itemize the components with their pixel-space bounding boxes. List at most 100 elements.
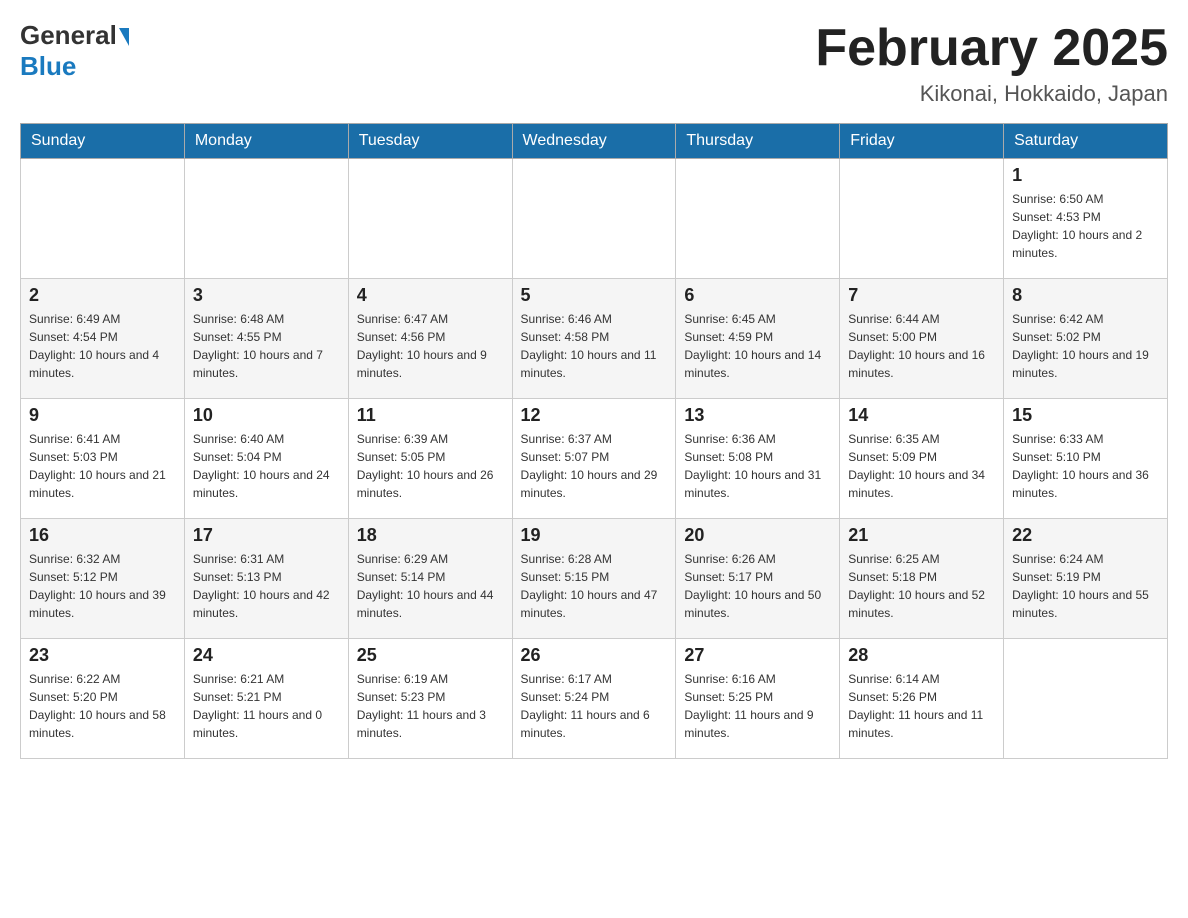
day-number: 16 <box>29 525 176 546</box>
calendar-cell: 24 Sunrise: 6:21 AMSunset: 5:21 PMDayligh… <box>184 639 348 759</box>
calendar-cell: 2 Sunrise: 6:49 AMSunset: 4:54 PMDaylight… <box>21 279 185 399</box>
day-info: Sunrise: 6:29 AMSunset: 5:14 PMDaylight:… <box>357 550 504 622</box>
day-info: Sunrise: 6:22 AMSunset: 5:20 PMDaylight:… <box>29 670 176 742</box>
calendar-cell <box>348 159 512 279</box>
calendar-cell: 20 Sunrise: 6:26 AMSunset: 5:17 PMDayligh… <box>676 519 840 639</box>
title-section: February 2025 Kikonai, Hokkaido, Japan <box>815 20 1168 107</box>
calendar-cell: 11 Sunrise: 6:39 AMSunset: 5:05 PMDayligh… <box>348 399 512 519</box>
weekday-saturday: Saturday <box>1004 124 1168 159</box>
calendar-cell: 13Sunrise: 6:36 AMSunset: 5:08 PMDayligh… <box>676 399 840 519</box>
day-number: 22 <box>1012 525 1159 546</box>
day-info: Sunrise: 6:36 AMSunset: 5:08 PMDaylight:… <box>684 430 831 502</box>
calendar-cell: 9Sunrise: 6:41 AMSunset: 5:03 PMDaylight… <box>21 399 185 519</box>
day-info: Sunrise: 6:48 AMSunset: 4:55 PMDaylight:… <box>193 310 340 382</box>
day-info: Sunrise: 6:31 AMSunset: 5:13 PMDaylight:… <box>193 550 340 622</box>
logo: General Blue <box>20 20 129 82</box>
day-number: 18 <box>357 525 504 546</box>
day-number: 24 <box>193 645 340 666</box>
day-info: Sunrise: 6:35 AMSunset: 5:09 PMDaylight:… <box>848 430 995 502</box>
calendar-cell: 16 Sunrise: 6:32 AMSunset: 5:12 PMDayligh… <box>21 519 185 639</box>
day-info: Sunrise: 6:50 AMSunset: 4:53 PMDaylight:… <box>1012 190 1159 262</box>
calendar-cell <box>676 159 840 279</box>
calendar-week-4: 16 Sunrise: 6:32 AMSunset: 5:12 PMDayligh… <box>21 519 1168 639</box>
day-info: Sunrise: 6:32 AMSunset: 5:12 PMDaylight:… <box>29 550 176 622</box>
day-info: Sunrise: 6:47 AMSunset: 4:56 PMDaylight:… <box>357 310 504 382</box>
day-info: Sunrise: 6:17 AMSunset: 5:24 PMDaylight:… <box>521 670 668 742</box>
calendar-cell: 1 Sunrise: 6:50 AMSunset: 4:53 PMDaylight… <box>1004 159 1168 279</box>
calendar-week-2: 2 Sunrise: 6:49 AMSunset: 4:54 PMDaylight… <box>21 279 1168 399</box>
calendar-header: SundayMondayTuesdayWednesdayThursdayFrid… <box>21 124 1168 159</box>
weekday-sunday: Sunday <box>21 124 185 159</box>
weekday-thursday: Thursday <box>676 124 840 159</box>
calendar-cell: 8Sunrise: 6:42 AMSunset: 5:02 PMDaylight… <box>1004 279 1168 399</box>
calendar-cell <box>184 159 348 279</box>
day-number: 2 <box>29 285 176 306</box>
day-number: 3 <box>193 285 340 306</box>
calendar-cell: 26Sunrise: 6:17 AMSunset: 5:24 PMDayligh… <box>512 639 676 759</box>
day-number: 15 <box>1012 405 1159 426</box>
day-info: Sunrise: 6:44 AMSunset: 5:00 PMDaylight:… <box>848 310 995 382</box>
calendar-cell: 28 Sunrise: 6:14 AMSunset: 5:26 PMDayligh… <box>840 639 1004 759</box>
calendar-cell: 6Sunrise: 6:45 AMSunset: 4:59 PMDaylight… <box>676 279 840 399</box>
day-number: 10 <box>193 405 340 426</box>
day-number: 17 <box>193 525 340 546</box>
day-info: Sunrise: 6:14 AMSunset: 5:26 PMDaylight:… <box>848 670 995 742</box>
day-number: 11 <box>357 405 504 426</box>
calendar-cell: 3 Sunrise: 6:48 AMSunset: 4:55 PMDaylight… <box>184 279 348 399</box>
day-info: Sunrise: 6:46 AMSunset: 4:58 PMDaylight:… <box>521 310 668 382</box>
day-info: Sunrise: 6:28 AMSunset: 5:15 PMDaylight:… <box>521 550 668 622</box>
day-number: 23 <box>29 645 176 666</box>
location: Kikonai, Hokkaido, Japan <box>815 81 1168 107</box>
calendar-cell: 21 Sunrise: 6:25 AMSunset: 5:18 PMDayligh… <box>840 519 1004 639</box>
calendar-cell <box>512 159 676 279</box>
month-title: February 2025 <box>815 20 1168 77</box>
calendar-cell: 5 Sunrise: 6:46 AMSunset: 4:58 PMDaylight… <box>512 279 676 399</box>
day-info: Sunrise: 6:40 AMSunset: 5:04 PMDaylight:… <box>193 430 340 502</box>
weekday-header-row: SundayMondayTuesdayWednesdayThursdayFrid… <box>21 124 1168 159</box>
day-info: Sunrise: 6:39 AMSunset: 5:05 PMDaylight:… <box>357 430 504 502</box>
calendar-week-3: 9Sunrise: 6:41 AMSunset: 5:03 PMDaylight… <box>21 399 1168 519</box>
calendar-cell <box>840 159 1004 279</box>
day-info: Sunrise: 6:19 AMSunset: 5:23 PMDaylight:… <box>357 670 504 742</box>
day-info: Sunrise: 6:45 AMSunset: 4:59 PMDaylight:… <box>684 310 831 382</box>
calendar-week-5: 23 Sunrise: 6:22 AMSunset: 5:20 PMDayligh… <box>21 639 1168 759</box>
day-number: 28 <box>848 645 995 666</box>
day-number: 21 <box>848 525 995 546</box>
day-number: 1 <box>1012 165 1159 186</box>
logo-blue-text: Blue <box>20 51 76 82</box>
weekday-monday: Monday <box>184 124 348 159</box>
calendar-body: 1 Sunrise: 6:50 AMSunset: 4:53 PMDaylight… <box>21 159 1168 759</box>
calendar-cell <box>1004 639 1168 759</box>
weekday-tuesday: Tuesday <box>348 124 512 159</box>
day-number: 7 <box>848 285 995 306</box>
day-info: Sunrise: 6:16 AMSunset: 5:25 PMDaylight:… <box>684 670 831 742</box>
calendar-cell: 25 Sunrise: 6:19 AMSunset: 5:23 PMDayligh… <box>348 639 512 759</box>
day-info: Sunrise: 6:24 AMSunset: 5:19 PMDaylight:… <box>1012 550 1159 622</box>
day-number: 4 <box>357 285 504 306</box>
day-info: Sunrise: 6:42 AMSunset: 5:02 PMDaylight:… <box>1012 310 1159 382</box>
logo-triangle-icon <box>119 28 129 46</box>
day-info: Sunrise: 6:25 AMSunset: 5:18 PMDaylight:… <box>848 550 995 622</box>
day-info: Sunrise: 6:41 AMSunset: 5:03 PMDaylight:… <box>29 430 176 502</box>
calendar-cell: 18 Sunrise: 6:29 AMSunset: 5:14 PMDayligh… <box>348 519 512 639</box>
day-number: 25 <box>357 645 504 666</box>
day-info: Sunrise: 6:21 AMSunset: 5:21 PMDaylight:… <box>193 670 340 742</box>
calendar-cell: 12Sunrise: 6:37 AMSunset: 5:07 PMDayligh… <box>512 399 676 519</box>
weekday-friday: Friday <box>840 124 1004 159</box>
calendar-cell: 10 Sunrise: 6:40 AMSunset: 5:04 PMDayligh… <box>184 399 348 519</box>
calendar-cell: 7 Sunrise: 6:44 AMSunset: 5:00 PMDaylight… <box>840 279 1004 399</box>
calendar-cell: 14Sunrise: 6:35 AMSunset: 5:09 PMDayligh… <box>840 399 1004 519</box>
calendar-cell: 22 Sunrise: 6:24 AMSunset: 5:19 PMDayligh… <box>1004 519 1168 639</box>
page-header: General Blue February 2025 Kikonai, Hokk… <box>20 20 1168 107</box>
day-number: 27 <box>684 645 831 666</box>
calendar-cell: 15Sunrise: 6:33 AMSunset: 5:10 PMDayligh… <box>1004 399 1168 519</box>
calendar-cell: 23 Sunrise: 6:22 AMSunset: 5:20 PMDayligh… <box>21 639 185 759</box>
calendar-week-1: 1 Sunrise: 6:50 AMSunset: 4:53 PMDaylight… <box>21 159 1168 279</box>
day-number: 20 <box>684 525 831 546</box>
calendar-cell: 27 Sunrise: 6:16 AMSunset: 5:25 PMDayligh… <box>676 639 840 759</box>
day-info: Sunrise: 6:26 AMSunset: 5:17 PMDaylight:… <box>684 550 831 622</box>
logo-general-text: General <box>20 20 117 51</box>
calendar-cell: 17 Sunrise: 6:31 AMSunset: 5:13 PMDayligh… <box>184 519 348 639</box>
day-number: 5 <box>521 285 668 306</box>
day-info: Sunrise: 6:49 AMSunset: 4:54 PMDaylight:… <box>29 310 176 382</box>
